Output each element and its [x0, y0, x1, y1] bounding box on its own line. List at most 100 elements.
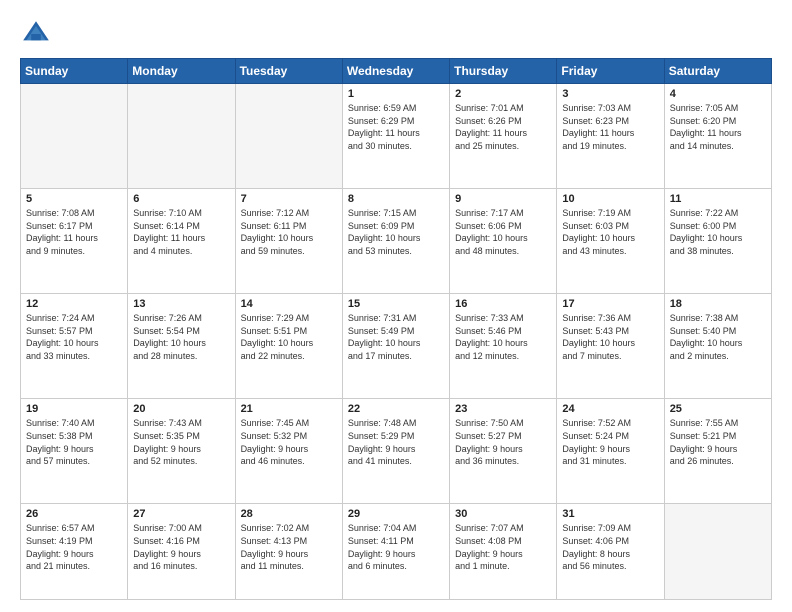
weekday-header-friday: Friday [557, 59, 664, 84]
day-info: Sunrise: 7:36 AM Sunset: 5:43 PM Dayligh… [562, 312, 658, 362]
day-info: Sunrise: 7:31 AM Sunset: 5:49 PM Dayligh… [348, 312, 444, 362]
calendar-table: SundayMondayTuesdayWednesdayThursdayFrid… [20, 58, 772, 600]
day-info: Sunrise: 7:45 AM Sunset: 5:32 PM Dayligh… [241, 417, 337, 467]
calendar-cell: 1Sunrise: 6:59 AM Sunset: 6:29 PM Daylig… [342, 84, 449, 189]
day-info: Sunrise: 7:52 AM Sunset: 5:24 PM Dayligh… [562, 417, 658, 467]
day-number: 28 [241, 508, 337, 520]
logo-icon [20, 18, 52, 50]
day-number: 20 [133, 403, 229, 415]
day-number: 12 [26, 298, 122, 310]
day-info: Sunrise: 7:40 AM Sunset: 5:38 PM Dayligh… [26, 417, 122, 467]
day-info: Sunrise: 7:07 AM Sunset: 4:08 PM Dayligh… [455, 522, 551, 572]
calendar-cell: 13Sunrise: 7:26 AM Sunset: 5:54 PM Dayli… [128, 294, 235, 399]
calendar-cell: 3 Sunrise: 7:03 AM Sunset: 6:23 PM Daylig… [557, 84, 664, 189]
day-number: 16 [455, 298, 551, 310]
day-info: Sunrise: 7:22 AM Sunset: 6:00 PM Dayligh… [670, 207, 766, 257]
day-info: Sunrise: 7:17 AM Sunset: 6:06 PM Dayligh… [455, 207, 551, 257]
calendar-cell [128, 84, 235, 189]
day-number: 29 [348, 508, 444, 520]
calendar-cell [664, 504, 771, 600]
day-number: 18 [670, 298, 766, 310]
day-info: Sunrise: 7:00 AM Sunset: 4:16 PM Dayligh… [133, 522, 229, 572]
day-number: 30 [455, 508, 551, 520]
calendar-cell: 6Sunrise: 7:10 AM Sunset: 6:14 PM Daylig… [128, 189, 235, 294]
day-number: 4 [670, 88, 766, 100]
day-number: 27 [133, 508, 229, 520]
calendar-cell: 23 Sunrise: 7:50 AM Sunset: 5:27 PM Dayli… [450, 399, 557, 504]
day-number: 3 [562, 88, 658, 100]
calendar-cell: 28Sunrise: 7:02 AM Sunset: 4:13 PM Dayli… [235, 504, 342, 600]
day-number: 11 [670, 193, 766, 205]
calendar-cell: 12 Sunrise: 7:24 AM Sunset: 5:57 PM Dayli… [21, 294, 128, 399]
day-info: Sunrise: 7:15 AM Sunset: 6:09 PM Dayligh… [348, 207, 444, 257]
day-info: Sunrise: 7:43 AM Sunset: 5:35 PM Dayligh… [133, 417, 229, 467]
calendar-cell: 18 Sunrise: 7:38 AM Sunset: 5:40 PM Dayli… [664, 294, 771, 399]
calendar-cell: 8 Sunrise: 7:15 AM Sunset: 6:09 PM Daylig… [342, 189, 449, 294]
day-info: Sunrise: 7:09 AM Sunset: 4:06 PM Dayligh… [562, 522, 658, 572]
day-info: Sunrise: 7:03 AM Sunset: 6:23 PM Dayligh… [562, 102, 658, 152]
calendar-cell: 7 Sunrise: 7:12 AM Sunset: 6:11 PM Daylig… [235, 189, 342, 294]
calendar-cell: 25 Sunrise: 7:55 AM Sunset: 5:21 PM Dayli… [664, 399, 771, 504]
day-info: Sunrise: 7:33 AM Sunset: 5:46 PM Dayligh… [455, 312, 551, 362]
calendar-cell: 20 Sunrise: 7:43 AM Sunset: 5:35 PM Dayli… [128, 399, 235, 504]
day-info: Sunrise: 7:08 AM Sunset: 6:17 PM Dayligh… [26, 207, 122, 257]
day-number: 10 [562, 193, 658, 205]
day-number: 23 [455, 403, 551, 415]
header [20, 18, 772, 50]
calendar-cell: 9 Sunrise: 7:17 AM Sunset: 6:06 PM Daylig… [450, 189, 557, 294]
page: SundayMondayTuesdayWednesdayThursdayFrid… [0, 0, 792, 612]
weekday-header-saturday: Saturday [664, 59, 771, 84]
day-number: 6 [133, 193, 229, 205]
day-number: 1 [348, 88, 444, 100]
weekday-header-sunday: Sunday [21, 59, 128, 84]
week-row-1: 1Sunrise: 6:59 AM Sunset: 6:29 PM Daylig… [21, 84, 772, 189]
day-number: 7 [241, 193, 337, 205]
calendar-cell: 10Sunrise: 7:19 AM Sunset: 6:03 PM Dayli… [557, 189, 664, 294]
weekday-header-monday: Monday [128, 59, 235, 84]
day-info: Sunrise: 7:38 AM Sunset: 5:40 PM Dayligh… [670, 312, 766, 362]
day-number: 21 [241, 403, 337, 415]
calendar-cell: 27 Sunrise: 7:00 AM Sunset: 4:16 PM Dayli… [128, 504, 235, 600]
day-info: Sunrise: 7:05 AM Sunset: 6:20 PM Dayligh… [670, 102, 766, 152]
calendar-cell [21, 84, 128, 189]
calendar-cell: 24 Sunrise: 7:52 AM Sunset: 5:24 PM Dayli… [557, 399, 664, 504]
calendar-cell [235, 84, 342, 189]
day-info: Sunrise: 7:55 AM Sunset: 5:21 PM Dayligh… [670, 417, 766, 467]
day-number: 9 [455, 193, 551, 205]
weekday-header-thursday: Thursday [450, 59, 557, 84]
week-row-5: 26Sunrise: 6:57 AM Sunset: 4:19 PM Dayli… [21, 504, 772, 600]
week-row-3: 12 Sunrise: 7:24 AM Sunset: 5:57 PM Dayli… [21, 294, 772, 399]
day-number: 8 [348, 193, 444, 205]
logo [20, 18, 56, 50]
day-number: 15 [348, 298, 444, 310]
day-info: Sunrise: 7:24 AM Sunset: 5:57 PM Dayligh… [26, 312, 122, 362]
day-number: 31 [562, 508, 658, 520]
calendar-cell: 15 Sunrise: 7:31 AM Sunset: 5:49 PM Dayli… [342, 294, 449, 399]
day-info: Sunrise: 7:12 AM Sunset: 6:11 PM Dayligh… [241, 207, 337, 257]
week-row-2: 5 Sunrise: 7:08 AM Sunset: 6:17 PM Daylig… [21, 189, 772, 294]
day-info: Sunrise: 7:26 AM Sunset: 5:54 PM Dayligh… [133, 312, 229, 362]
day-info: Sunrise: 7:01 AM Sunset: 6:26 PM Dayligh… [455, 102, 551, 152]
calendar-cell: 11 Sunrise: 7:22 AM Sunset: 6:00 PM Dayli… [664, 189, 771, 294]
calendar-cell: 14Sunrise: 7:29 AM Sunset: 5:51 PM Dayli… [235, 294, 342, 399]
calendar-cell: 4 Sunrise: 7:05 AM Sunset: 6:20 PM Daylig… [664, 84, 771, 189]
calendar-cell: 29Sunrise: 7:04 AM Sunset: 4:11 PM Dayli… [342, 504, 449, 600]
day-number: 25 [670, 403, 766, 415]
calendar-cell: 5 Sunrise: 7:08 AM Sunset: 6:17 PM Daylig… [21, 189, 128, 294]
day-number: 5 [26, 193, 122, 205]
day-number: 2 [455, 88, 551, 100]
day-info: Sunrise: 7:50 AM Sunset: 5:27 PM Dayligh… [455, 417, 551, 467]
weekday-header-tuesday: Tuesday [235, 59, 342, 84]
day-info: Sunrise: 7:48 AM Sunset: 5:29 PM Dayligh… [348, 417, 444, 467]
calendar-cell: 22Sunrise: 7:48 AM Sunset: 5:29 PM Dayli… [342, 399, 449, 504]
calendar-cell: 31 Sunrise: 7:09 AM Sunset: 4:06 PM Dayli… [557, 504, 664, 600]
calendar-cell: 16 Sunrise: 7:33 AM Sunset: 5:46 PM Dayli… [450, 294, 557, 399]
day-number: 19 [26, 403, 122, 415]
day-number: 24 [562, 403, 658, 415]
week-row-4: 19 Sunrise: 7:40 AM Sunset: 5:38 PM Dayli… [21, 399, 772, 504]
calendar-cell: 21 Sunrise: 7:45 AM Sunset: 5:32 PM Dayli… [235, 399, 342, 504]
weekday-header-wednesday: Wednesday [342, 59, 449, 84]
calendar-cell: 19 Sunrise: 7:40 AM Sunset: 5:38 PM Dayli… [21, 399, 128, 504]
weekday-header-row: SundayMondayTuesdayWednesdayThursdayFrid… [21, 59, 772, 84]
day-number: 17 [562, 298, 658, 310]
